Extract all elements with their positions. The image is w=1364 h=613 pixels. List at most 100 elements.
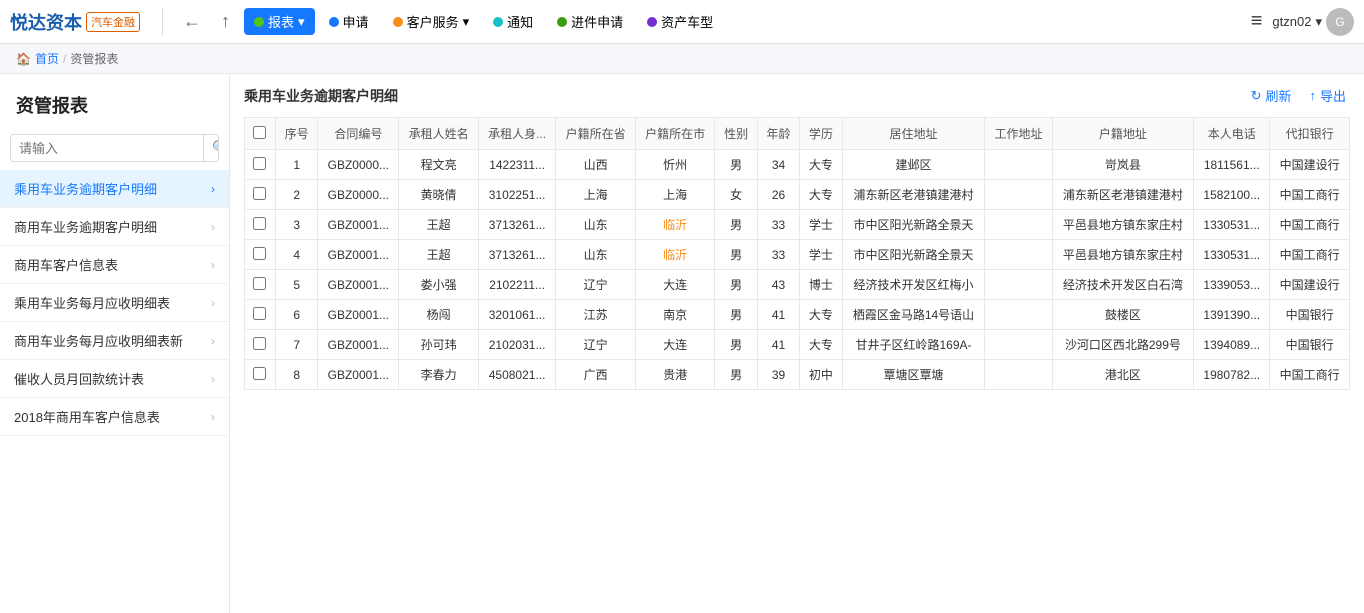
addr-live-7: 覃塘区覃塘 [842,360,985,390]
edu-2: 学士 [800,210,842,240]
contract-no-6: GBZ0001... [318,330,399,360]
gender-4: 男 [715,270,757,300]
back-button[interactable]: ← [177,9,207,34]
hamburger-icon[interactable]: ≡ [1251,10,1263,33]
logo-sub: 汽车金融 [86,12,140,32]
contract-no-1: GBZ0000... [318,180,399,210]
province-3: 山东 [556,240,636,270]
nav-label-report: 报表 [268,12,294,31]
sidebar-chevron-commercial-monthly: › [211,334,215,348]
sidebar-label-commercial-monthly: 商用车业务每月应收明细表新 [14,331,183,350]
col-header-14: 代扣银行 [1270,118,1350,150]
addr-work-0 [985,150,1052,180]
row-checkbox-2[interactable] [253,217,266,230]
age-7: 39 [757,360,799,390]
search-button[interactable]: 🔍 [203,135,219,161]
sidebar-item-passenger-overdue[interactable]: 乘用车业务逾期客户明细› [0,170,229,208]
id-no-4: 2102211... [478,270,555,300]
table-row: 7GBZ0001...孙可玮2102031...辽宁大连男41大专甘井子区红岭路… [245,330,1350,360]
refresh-button[interactable]: ↻ 刷新 [1247,84,1296,107]
row-checkbox-7[interactable] [253,367,266,380]
addr-live-3: 市中区阳光新路全景天 [842,240,985,270]
col-header-10: 居住地址 [842,118,985,150]
search-input[interactable] [11,136,203,161]
row-num-7: 8 [275,360,317,390]
nav-btn-report[interactable]: 报表▾ [244,8,315,35]
row-checkbox-3[interactable] [253,247,266,260]
edu-3: 学士 [800,240,842,270]
table-head: 序号合同编号承租人姓名承租人身...户籍所在省户籍所在市性别年龄学历居住地址工作… [245,118,1350,150]
table-row: 3GBZ0001...王超3713261...山东临沂男33学士市中区阳光新路全… [245,210,1350,240]
select-all-checkbox[interactable] [253,126,266,139]
edu-0: 大专 [800,150,842,180]
data-table: 序号合同编号承租人姓名承租人身...户籍所在省户籍所在市性别年龄学历居住地址工作… [244,117,1350,390]
city-2: 临沂 [635,210,715,240]
user-info[interactable]: gtzn02 ▾ G [1272,8,1354,36]
nav-label-incoming: 进件申请 [571,12,623,31]
province-1: 上海 [556,180,636,210]
phone-3: 1330531... [1194,240,1270,270]
addr-live-1: 浦东新区老港镇建港村 [842,180,985,210]
row-checkbox-5[interactable] [253,307,266,320]
header: 悦达资本 汽车金融 ← ↑ 报表▾申请客户服务▾通知进件申请资产车型 ≡ gtz… [0,0,1364,44]
sidebar-label-commercial-customer: 商用车客户信息表 [14,255,118,274]
age-4: 43 [757,270,799,300]
edu-5: 大专 [800,300,842,330]
edu-4: 博士 [800,270,842,300]
row-num-5: 6 [275,300,317,330]
nav-label-customer: 客户服务 [407,12,459,31]
row-checkbox-4[interactable] [253,277,266,290]
sidebar-item-commercial-customer[interactable]: 商用车客户信息表› [0,246,229,284]
table-row: 4GBZ0001...王超3713261...山东临沂男33学士市中区阳光新路全… [245,240,1350,270]
nav-btn-apply[interactable]: 申请 [319,8,379,35]
addr-live-4: 经济技术开发区红梅小 [842,270,985,300]
row-num-0: 1 [275,150,317,180]
row-checkbox-0[interactable] [253,157,266,170]
contract-no-7: GBZ0001... [318,360,399,390]
name-3: 王超 [399,240,479,270]
sidebar-label-passenger-overdue: 乘用车业务逾期客户明细 [14,179,157,198]
sidebar-item-commercial-overdue[interactable]: 商用车业务逾期客户明细› [0,208,229,246]
name-1: 黄晓倩 [399,180,479,210]
content-area: 乘用车业务逾期客户明细 ↻ 刷新 ↑ 导出 序号合同编号承租人姓名承租人身...… [230,74,1364,613]
age-1: 26 [757,180,799,210]
col-header-3: 承租人姓名 [399,118,479,150]
age-5: 41 [757,300,799,330]
bank-1: 中国工商行 [1270,180,1350,210]
sidebar-label-commercial-overdue: 商用车业务逾期客户明细 [14,217,157,236]
nav-dot-asset [647,17,657,27]
addr-reg-5: 鼓楼区 [1052,300,1194,330]
nav-label-apply: 申请 [343,12,369,31]
up-button[interactable]: ↑ [215,9,236,34]
gender-2: 男 [715,210,757,240]
phone-4: 1339053... [1194,270,1270,300]
addr-work-1 [985,180,1052,210]
sidebar-item-collector-stats[interactable]: 催收人员月回款统计表› [0,360,229,398]
nav-btn-customer[interactable]: 客户服务▾ [383,8,480,35]
sidebar-item-passenger-monthly[interactable]: 乘用车业务每月应收明细表› [0,284,229,322]
addr-work-6 [985,330,1052,360]
contract-no-2: GBZ0001... [318,210,399,240]
nav-btn-notice[interactable]: 通知 [483,8,543,35]
phone-6: 1394089... [1194,330,1270,360]
row-checkbox-1[interactable] [253,187,266,200]
breadcrumb-home[interactable]: 首页 [35,50,59,67]
row-num-3: 4 [275,240,317,270]
nav-btn-incoming[interactable]: 进件申请 [547,8,633,35]
sidebar-label-commercial-2018: 2018年商用车客户信息表 [14,407,160,426]
id-no-0: 1422311... [478,150,555,180]
export-button[interactable]: ↑ 导出 [1305,84,1350,107]
col-header-13: 本人电话 [1194,118,1270,150]
table-body: 1GBZ0000...程文亮1422311...山西忻州男34大专建邺区岢岚县1… [245,150,1350,390]
row-checkbox-6[interactable] [253,337,266,350]
sidebar-item-commercial-monthly[interactable]: 商用车业务每月应收明细表新 › [0,322,229,360]
home-icon: 🏠 [16,52,31,66]
sidebar-item-commercial-2018[interactable]: 2018年商用车客户信息表› [0,398,229,436]
contract-no-0: GBZ0000... [318,150,399,180]
nav-dot-customer [393,17,403,27]
gender-7: 男 [715,360,757,390]
export-icon: ↑ [1309,88,1316,103]
nav-btn-asset[interactable]: 资产车型 [637,8,723,35]
row-num-6: 7 [275,330,317,360]
id-no-2: 3713261... [478,210,555,240]
